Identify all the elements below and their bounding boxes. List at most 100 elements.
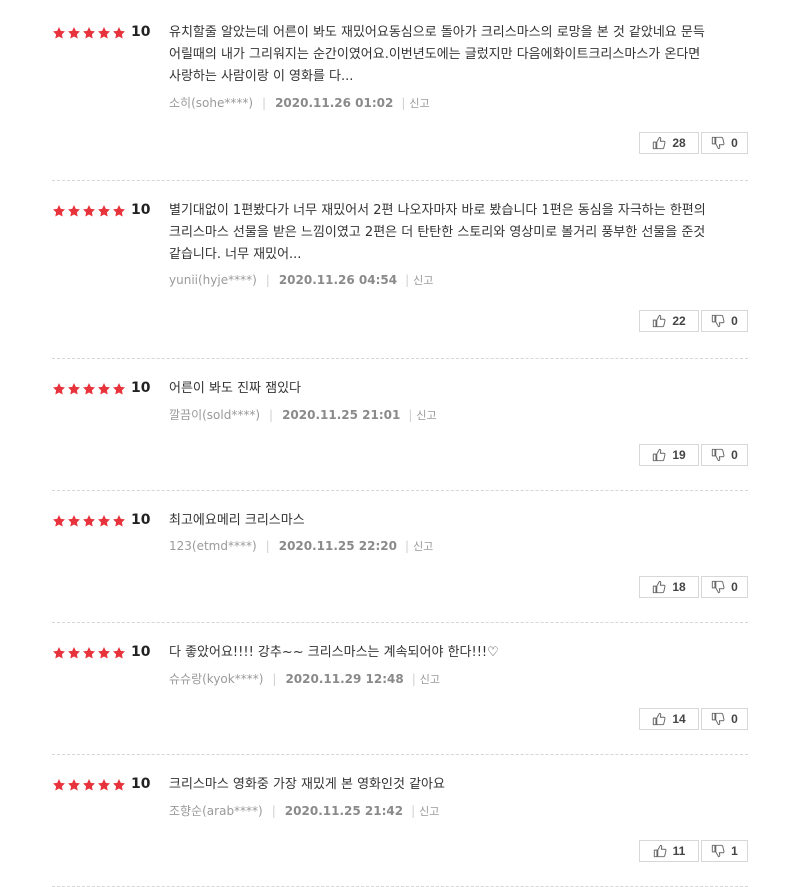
review-meta: yunii(hyje****) | 2020.11.26 04:54 | 신고 [169, 272, 744, 288]
star-icon [112, 513, 126, 527]
star-icon [112, 381, 126, 395]
review-author[interactable]: 깔끔이(sold****) [169, 406, 260, 423]
review-date: 2020.11.25 21:42 [284, 803, 404, 818]
star-rating [52, 777, 126, 791]
thumbs-down-icon [711, 448, 731, 462]
review-body: 크리스마스 영화중 가장 재밌게 본 영화인것 같아요 조향순(arab****)… [169, 774, 744, 819]
divider: | [401, 95, 406, 110]
vote-buttons: 22 0 [639, 310, 748, 332]
review-item: 10 유치할줄 알았는데 어른이 봐도 재밌어요동심으로 돌아가 크리스마스의 로… [52, 16, 748, 181]
rating: 10 [52, 25, 150, 39]
star-icon [82, 203, 96, 217]
vote-buttons: 11 1 [639, 840, 748, 862]
star-icon [97, 25, 111, 39]
review-text: 어른이 봐도 진짜 잼있다 [169, 381, 301, 396]
rating-score: 10 [131, 776, 151, 792]
like-count: 22 [672, 314, 686, 328]
report-link[interactable]: 신고 [420, 671, 440, 687]
star-icon [82, 645, 96, 659]
divider: | [272, 671, 277, 686]
dislike-button[interactable]: 0 [701, 576, 748, 598]
star-rating [52, 381, 126, 395]
dislike-button[interactable]: 1 [701, 840, 748, 862]
divider: | [265, 273, 270, 287]
like-button[interactable]: 18 [639, 576, 699, 598]
dislike-button[interactable]: 0 [701, 708, 748, 730]
star-icon [112, 645, 126, 659]
report-link[interactable]: 신고 [419, 803, 439, 819]
review-item: 10 어른이 봐도 진짜 잼있다 깔끔이(sold****) | 2020.11.25 … [52, 372, 748, 491]
star-icon [52, 645, 66, 659]
review-date: 2020.11.26 01:02 [275, 95, 394, 110]
star-icon [67, 645, 81, 659]
review-meta: 123(etmd****) | 2020.11.25 22:20 | 신고 [169, 538, 744, 554]
review-body: 최고에요메리 크리스마스 123(etmd****) | 2020.11.25 22:… [169, 510, 744, 554]
dislike-count: 0 [731, 136, 738, 150]
review-author[interactable]: 123(etmd****) [169, 539, 257, 553]
star-rating [52, 25, 126, 39]
review-body: 별기대없이 1편봤다가 너무 재밌어서 2편 나오자마자 바로 봤습니다 1편은… [169, 200, 744, 288]
star-icon [97, 777, 111, 791]
divider: | [265, 539, 270, 553]
dislike-count: 0 [731, 712, 738, 726]
star-icon [52, 203, 66, 217]
divider: | [271, 803, 276, 818]
star-icon [97, 645, 111, 659]
dislike-button[interactable]: 0 [701, 310, 748, 332]
rating: 10 [52, 777, 150, 791]
thumbs-up-icon [652, 136, 672, 150]
like-button[interactable]: 28 [639, 132, 699, 154]
divider: | [262, 95, 267, 110]
star-rating [52, 645, 126, 659]
review-text: 최고에요메리 크리스마스 [169, 513, 305, 528]
dislike-button[interactable]: 0 [701, 132, 748, 154]
review-text: 다 좋았어요!!!! 강추~~ 크리스마스는 계속되어야 한다!!!♡ [169, 645, 499, 660]
like-button[interactable]: 11 [639, 840, 699, 862]
review-author[interactable]: yunii(hyje****) [169, 273, 257, 287]
star-icon [52, 777, 66, 791]
dislike-count: 0 [731, 448, 738, 462]
review-author[interactable]: 조향순(arab****) [169, 802, 263, 819]
rating: 10 [52, 645, 150, 659]
report-link[interactable]: 신고 [413, 538, 433, 554]
thumbs-up-icon [652, 712, 672, 726]
vote-buttons: 28 0 [639, 132, 748, 154]
dislike-button[interactable]: 0 [701, 444, 748, 466]
like-count: 28 [672, 136, 686, 150]
star-icon [82, 777, 96, 791]
like-button[interactable]: 19 [639, 444, 699, 466]
report-link[interactable]: 신고 [409, 95, 429, 111]
star-icon [67, 777, 81, 791]
divider: | [411, 803, 416, 818]
report-link[interactable]: 신고 [416, 407, 436, 423]
review-body: 어른이 봐도 진짜 잼있다 깔끔이(sold****) | 2020.11.25 21… [169, 378, 744, 423]
divider: | [411, 671, 416, 686]
divider: | [408, 407, 413, 422]
review-meta: 조향순(arab****) | 2020.11.25 21:42 | 신고 [169, 802, 744, 819]
rating-score: 10 [131, 24, 151, 40]
rating-score: 10 [131, 380, 151, 396]
like-count: 18 [672, 580, 686, 594]
star-icon [97, 381, 111, 395]
rating: 10 [52, 381, 150, 395]
rating-score: 10 [131, 644, 151, 660]
star-icon [112, 777, 126, 791]
thumbs-up-icon [653, 844, 673, 858]
like-count: 19 [672, 448, 686, 462]
dislike-count: 0 [731, 580, 738, 594]
like-button[interactable]: 22 [639, 310, 699, 332]
star-icon [97, 203, 111, 217]
thumbs-down-icon [711, 136, 731, 150]
review-meta: 깔끔이(sold****) | 2020.11.25 21:01 | 신고 [169, 406, 744, 423]
like-button[interactable]: 14 [639, 708, 699, 730]
star-icon [112, 203, 126, 217]
review-text: 별기대없이 1편봤다가 너무 재밌어서 2편 나오자마자 바로 봤습니다 1편은… [169, 203, 706, 262]
divider: | [269, 407, 274, 422]
review-item: 10 다 좋았어요!!!! 강추~~ 크리스마스는 계속되어야 한다!!!♡ 슈슈랑… [52, 636, 748, 755]
vote-buttons: 14 0 [639, 708, 748, 730]
review-author[interactable]: 슈슈랑(kyok****) [169, 670, 263, 687]
review-author[interactable]: 소히(sohe****) [169, 94, 253, 111]
report-link[interactable]: 신고 [413, 272, 433, 288]
star-icon [82, 25, 96, 39]
rating: 10 [52, 513, 150, 527]
